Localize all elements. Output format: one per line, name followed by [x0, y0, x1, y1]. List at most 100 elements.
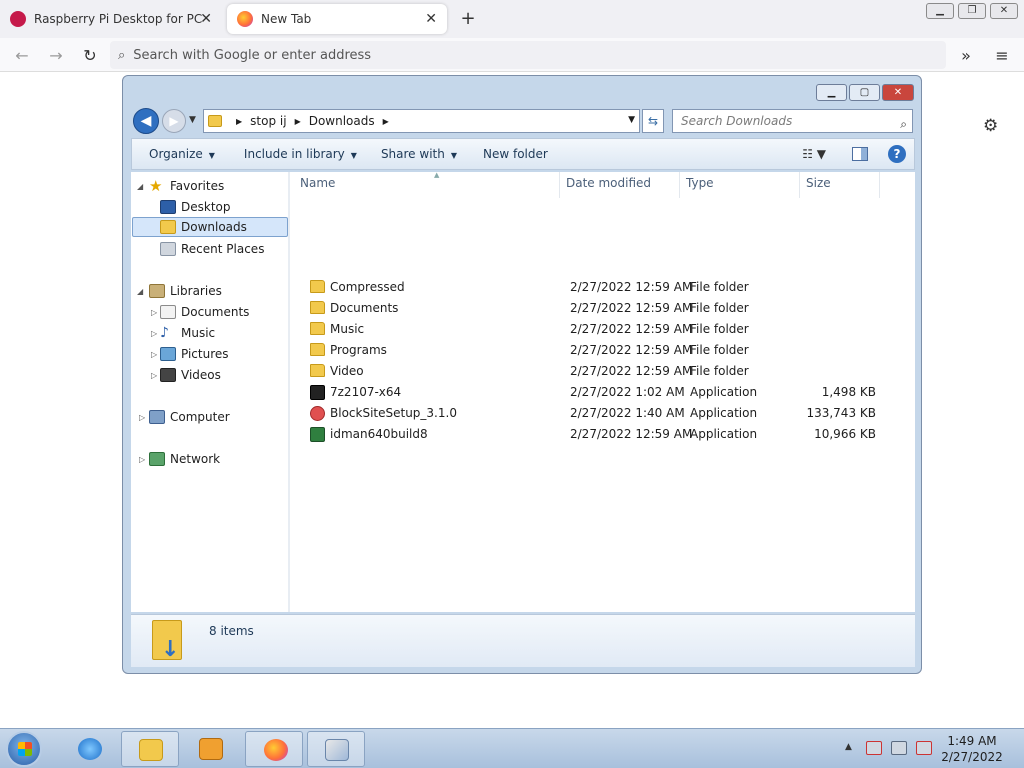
expand-triangle-icon[interactable]: ▷ — [151, 329, 157, 338]
nav-downloads-label: Downloads — [181, 220, 247, 234]
command-bar: Organize ▼ Include in library ▼ Share with… — [131, 138, 915, 170]
table-row[interactable]: Music 2/27/2022 12:59 AM File folder — [290, 319, 915, 340]
firefox-favicon-icon — [237, 11, 253, 27]
breadcrumb-item-downloads[interactable]: Downloads — [309, 114, 375, 128]
expand-triangle-icon[interactable]: ▷ — [139, 455, 145, 464]
organize-button[interactable]: Organize ▼ — [132, 147, 232, 161]
internet-explorer-icon — [78, 738, 102, 760]
column-header-date[interactable]: Date modified — [560, 172, 680, 198]
expand-triangle-icon[interactable]: ▷ — [139, 413, 145, 422]
breadcrumb-item-user[interactable]: stop ij — [250, 114, 286, 128]
folder-icon — [310, 280, 325, 293]
nav-lib-documents[interactable]: Documents — [160, 302, 249, 322]
help-icon[interactable]: ? — [888, 145, 906, 163]
refresh-button[interactable]: ⇆ — [642, 109, 664, 133]
explorer-window: ▁ ▢ ✕ ◀ ▶ ▼ ▶ stop ij ▶ Downloads ▶ ▼ ⇆ … — [122, 75, 922, 674]
search-input[interactable]: Search Downloads ⌕ — [672, 109, 913, 133]
share-with-button[interactable]: Share with ▼ — [369, 147, 469, 161]
tab-raspberry-pi[interactable]: Raspberry Pi Desktop for PC an ✕ — [0, 4, 222, 34]
taskbar-media-player[interactable] — [182, 731, 240, 767]
gear-icon[interactable]: ⚙ — [983, 116, 998, 136]
expand-triangle-icon[interactable]: ▷ — [151, 350, 157, 359]
expand-triangle-icon[interactable]: ▷ — [151, 308, 157, 317]
table-row[interactable]: idman640build8 2/27/2022 12:59 AM Applic… — [290, 424, 915, 445]
column-header-name[interactable]: Name ▲ — [294, 171, 560, 198]
taskbar-firefox[interactable] — [245, 731, 303, 767]
folder-icon — [310, 343, 325, 356]
preview-pane-icon[interactable] — [852, 147, 868, 161]
breadcrumb-separator[interactable]: ▶ — [383, 117, 389, 126]
table-row[interactable]: Programs 2/27/2022 12:59 AM File folder — [290, 340, 915, 361]
taskbar-paint[interactable] — [307, 731, 365, 767]
address-dropdown-icon[interactable]: ▼ — [628, 115, 635, 125]
reload-icon[interactable]: ↻ — [80, 46, 100, 65]
explorer-close-button[interactable]: ✕ — [882, 84, 914, 101]
nav-desktop[interactable]: Desktop — [160, 197, 231, 217]
breadcrumb[interactable]: ▶ stop ij ▶ Downloads ▶ ▼ — [203, 109, 640, 133]
file-date: 2/27/2022 12:59 AM — [570, 322, 693, 336]
table-row[interactable]: Video 2/27/2022 12:59 AM File folder — [290, 361, 915, 382]
breadcrumb-separator[interactable]: ▶ — [295, 117, 301, 126]
recent-pages-dropdown[interactable]: ▼ — [189, 115, 196, 125]
overflow-chevron-icon[interactable]: » — [956, 46, 976, 65]
hamburger-menu-icon[interactable]: ≡ — [992, 46, 1012, 65]
action-center-icon[interactable] — [866, 741, 882, 755]
new-folder-button[interactable]: New folder — [469, 147, 562, 161]
nav-favorites[interactable]: ★ Favorites — [149, 176, 224, 196]
clock[interactable]: 1:49 AM 2/27/2022 — [940, 733, 1004, 765]
file-date: 2/27/2022 12:59 AM — [570, 343, 693, 357]
view-options-icon[interactable]: ☷ ▼ — [802, 147, 826, 161]
table-row[interactable]: Compressed 2/27/2022 12:59 AM File folde… — [290, 277, 915, 298]
start-button[interactable] — [6, 731, 42, 767]
close-icon[interactable]: ✕ — [200, 11, 212, 27]
back-button[interactable]: ◀ — [133, 108, 159, 134]
taskbar-internet-explorer[interactable] — [60, 731, 118, 767]
include-in-library-button[interactable]: Include in library ▼ — [232, 147, 369, 161]
collapse-triangle-icon[interactable]: ◢ — [137, 182, 143, 191]
file-date: 2/27/2022 12:59 AM — [570, 280, 693, 294]
file-type: File folder — [690, 280, 749, 294]
search-placeholder: Search Downloads — [681, 114, 793, 128]
table-row[interactable]: BlockSiteSetup_3.1.0 2/27/2022 1:40 AM A… — [290, 403, 915, 424]
browser-close-button[interactable]: ✕ — [990, 3, 1018, 19]
browser-restore-button[interactable]: ❐ — [958, 3, 986, 19]
downloads-folder-icon — [160, 220, 176, 234]
new-tab-button[interactable]: + — [458, 8, 478, 29]
nav-downloads[interactable]: Downloads — [132, 217, 288, 237]
column-header-size[interactable]: Size — [800, 172, 880, 198]
address-bar[interactable]: ⌕ Search with Google or enter address — [110, 41, 946, 69]
address-bar-placeholder: Search with Google or enter address — [133, 47, 372, 63]
browser-minimize-button[interactable]: ▁ — [926, 3, 954, 19]
folder-icon — [139, 739, 163, 761]
nav-libraries[interactable]: Libraries — [149, 281, 222, 301]
volume-muted-icon[interactable] — [916, 741, 932, 755]
view-controls: ☷ ▼ ? — [802, 145, 906, 163]
table-row[interactable]: 7z2107-x64 2/27/2022 1:02 AM Application… — [290, 382, 915, 403]
address-row: ◀ ▶ ▼ ▶ stop ij ▶ Downloads ▶ ▼ ⇆ Search… — [131, 108, 915, 134]
nav-lib-videos[interactable]: Videos — [160, 365, 221, 385]
taskbar-file-explorer[interactable] — [121, 731, 179, 767]
network-tray-icon[interactable] — [891, 741, 907, 755]
blocksite-icon — [310, 406, 325, 421]
expand-triangle-icon[interactable]: ▷ — [151, 371, 157, 380]
table-row[interactable]: Documents 2/27/2022 12:59 AM File folder — [290, 298, 915, 319]
back-arrow-icon[interactable]: ← — [12, 46, 32, 65]
tab-new-tab[interactable]: New Tab ✕ — [227, 4, 447, 34]
forward-arrow-icon[interactable]: → — [46, 46, 66, 65]
nav-lib-pictures[interactable]: Pictures — [160, 344, 229, 364]
paint-icon — [325, 739, 349, 761]
explorer-minimize-button[interactable]: ▁ — [816, 84, 847, 101]
nav-computer[interactable]: Computer — [149, 407, 230, 427]
close-icon[interactable]: ✕ — [425, 11, 437, 27]
breadcrumb-separator[interactable]: ▶ — [236, 117, 242, 126]
nav-lib-music[interactable]: ♪ Music — [160, 323, 215, 343]
collapse-triangle-icon[interactable]: ◢ — [137, 287, 143, 296]
organize-label: Organize — [149, 147, 203, 161]
nav-recent-places[interactable]: Recent Places — [160, 239, 264, 259]
explorer-maximize-button[interactable]: ▢ — [849, 84, 880, 101]
show-hidden-icons-icon[interactable]: ▲ — [845, 742, 852, 752]
forward-button[interactable]: ▶ — [162, 109, 186, 133]
file-name: BlockSiteSetup_3.1.0 — [330, 406, 457, 420]
column-header-type[interactable]: Type — [680, 172, 800, 198]
nav-network[interactable]: Network — [149, 449, 220, 469]
